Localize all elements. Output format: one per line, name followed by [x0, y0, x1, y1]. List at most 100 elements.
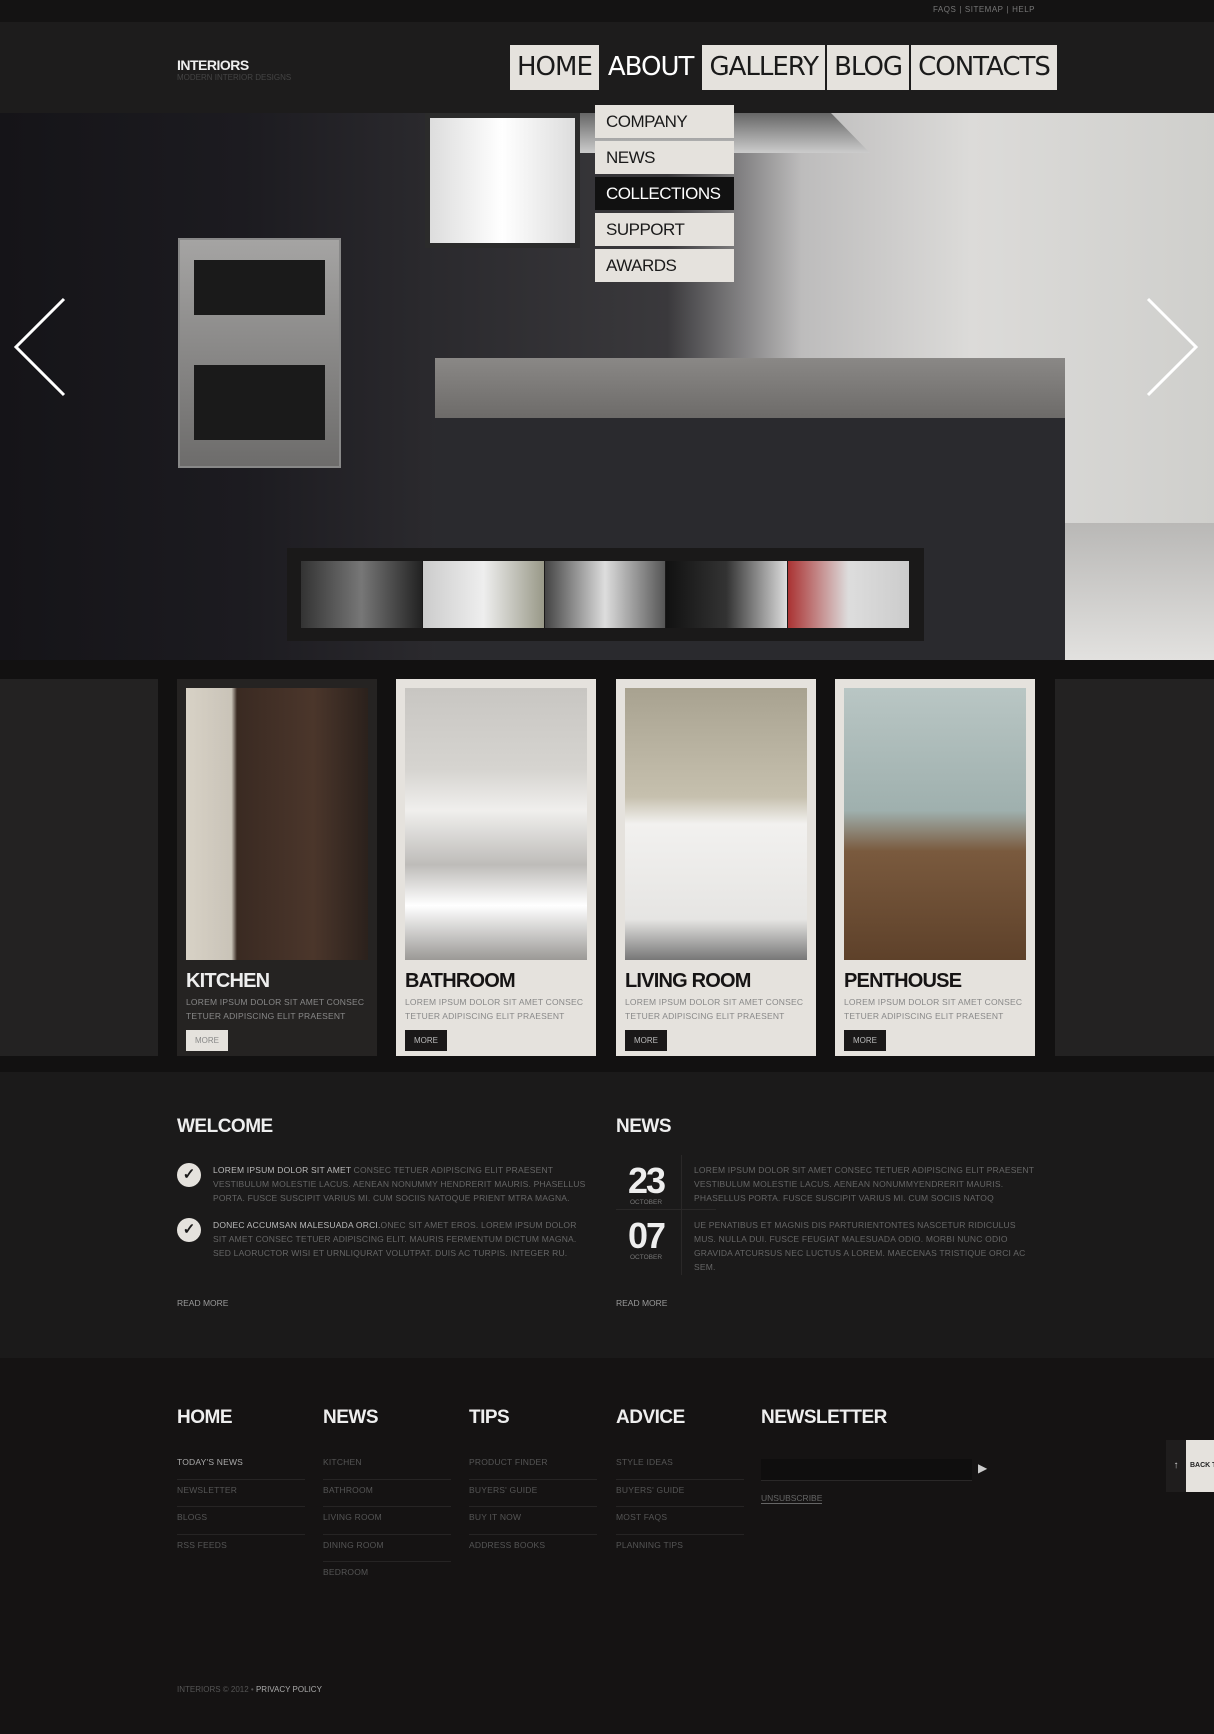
thumbnail-strip: [287, 548, 924, 641]
sitemap-link[interactable]: SITEMAP: [965, 5, 1004, 14]
footer-link[interactable]: TODAY'S NEWS: [177, 1452, 305, 1480]
hero-image-countertop: [435, 358, 1065, 418]
card-title: BATHROOM: [405, 970, 516, 992]
footer-title-advice: ADVICE: [616, 1407, 685, 1428]
nav-contacts[interactable]: CONTACTS: [911, 45, 1057, 90]
privacy-policy-link[interactable]: PRIVACY POLICY: [256, 1685, 322, 1694]
news-date-day: 23: [627, 1160, 666, 1201]
news-date-day: 07: [627, 1215, 666, 1256]
thumbnail-2[interactable]: [422, 561, 544, 628]
more-button[interactable]: MORE: [186, 1030, 228, 1051]
top-links: FAQS | SITEMAP | HELP: [932, 5, 1035, 14]
footer-link[interactable]: BEDROOM: [323, 1562, 451, 1590]
footer-list-tips: PRODUCT FINDER BUYERS' GUIDE BUY IT NOW …: [469, 1452, 597, 1562]
newsletter-submit-arrow-icon[interactable]: ▶: [978, 1461, 987, 1475]
card-text: LOREM IPSUM DOLOR SIT AMET CONSEC TETUER…: [625, 997, 804, 1021]
card-image: [844, 688, 1026, 960]
thumbnail-5[interactable]: [788, 561, 909, 628]
hero-image-cabinet: [425, 113, 580, 248]
unsubscribe-link[interactable]: UNSUBSCRIBE: [761, 1493, 823, 1504]
side-panel-right: [1055, 679, 1214, 1056]
more-button[interactable]: MORE: [625, 1030, 667, 1051]
news-read-more[interactable]: READ MORE: [616, 1298, 667, 1308]
checkmark-icon: ✓: [177, 1218, 201, 1242]
footer-link[interactable]: RSS FEEDS: [177, 1535, 305, 1563]
footer-link[interactable]: LIVING ROOM: [323, 1507, 451, 1535]
info-section: [0, 1072, 1214, 1358]
more-button[interactable]: MORE: [405, 1030, 447, 1051]
thumbnail-4[interactable]: [666, 561, 788, 628]
footer-link[interactable]: BUYERS' GUIDE: [616, 1480, 744, 1507]
footer-link[interactable]: MOST FAQS: [616, 1507, 744, 1535]
dropdown-collections[interactable]: COLLECTIONS: [595, 177, 734, 210]
dropdown-company[interactable]: COMPANY: [595, 105, 734, 138]
copyright: INTERIORS © 2012 • PRIVACY POLICY: [177, 1685, 322, 1694]
footer-title-home: HOME: [177, 1407, 233, 1428]
card-image: [625, 688, 807, 960]
news-divider: [616, 1209, 716, 1210]
more-button[interactable]: MORE: [844, 1030, 886, 1051]
welcome-item: LOREM IPSUM DOLOR SIT AMET CONSEC TETUER…: [213, 1163, 588, 1205]
welcome-title: WELCOME: [177, 1116, 273, 1137]
footer-link[interactable]: BLOGS: [177, 1507, 305, 1535]
news-date-month: OCTOBER: [629, 1199, 663, 1206]
nav-home[interactable]: HOME: [510, 45, 599, 90]
footer-link[interactable]: STYLE IDEAS: [616, 1452, 744, 1480]
footer-link[interactable]: DINING ROOM: [323, 1535, 451, 1562]
welcome-item-lead: LOREM IPSUM DOLOR SIT AMET: [213, 1165, 352, 1175]
chevron-right-icon[interactable]: [1145, 297, 1200, 397]
footer-link[interactable]: ADDRESS BOOKS: [469, 1535, 597, 1563]
footer-list-home: TODAY'S NEWS NEWSLETTER BLOGS RSS FEEDS: [177, 1452, 305, 1562]
footer-link[interactable]: PLANNING TIPS: [616, 1535, 744, 1563]
help-link[interactable]: HELP: [1012, 5, 1035, 14]
checkmark-icon: ✓: [177, 1163, 201, 1187]
card-bathroom[interactable]: BATHROOM LOREM IPSUM DOLOR SIT AMET CONS…: [396, 679, 596, 1056]
footer-link[interactable]: BUY IT NOW: [469, 1507, 597, 1535]
card-title: PENTHOUSE: [844, 970, 962, 992]
card-kitchen[interactable]: KITCHEN LOREM IPSUM DOLOR SIT AMET CONSE…: [177, 679, 377, 1056]
news-date-month: OCTOBER: [629, 1254, 663, 1261]
arrow-up-icon: ↑: [1166, 1440, 1186, 1492]
hero-image-oven: [178, 238, 341, 468]
tagline: MODERN INTERIOR DESIGNS: [177, 73, 292, 82]
footer-title-news: NEWS: [323, 1407, 379, 1428]
newsletter-email-input[interactable]: [761, 1459, 972, 1481]
footer-link[interactable]: BATHROOM: [323, 1480, 451, 1507]
footer-list-news: KITCHEN BATHROOM LIVING ROOM DINING ROOM…: [323, 1452, 451, 1590]
footer-link[interactable]: PRODUCT FINDER: [469, 1452, 597, 1480]
card-title: LIVING ROOM: [625, 970, 751, 992]
back-to-top-label: BACK T: [1186, 1440, 1214, 1492]
about-dropdown: COMPANY NEWS COLLECTIONS SUPPORT AWARDS: [595, 105, 734, 285]
newsletter-title: NEWSLETTER: [761, 1407, 887, 1428]
dropdown-awards[interactable]: AWARDS: [595, 249, 734, 282]
footer-link[interactable]: BUYERS' GUIDE: [469, 1480, 597, 1507]
dropdown-support[interactable]: SUPPORT: [595, 213, 734, 246]
nav-about[interactable]: ABOUT: [600, 45, 701, 90]
card-penthouse[interactable]: PENTHOUSE LOREM IPSUM DOLOR SIT AMET CON…: [835, 679, 1035, 1056]
nav-gallery[interactable]: GALLERY: [702, 45, 826, 90]
news-title: NEWS: [616, 1116, 672, 1137]
side-panel-left: [0, 679, 158, 1056]
card-text: LOREM IPSUM DOLOR SIT AMET CONSEC TETUER…: [405, 997, 584, 1021]
back-to-top-button[interactable]: ↑ BACK T: [1166, 1440, 1214, 1492]
thumbnail-3[interactable]: [544, 561, 666, 628]
nav-blog[interactable]: BLOG: [827, 45, 910, 90]
main-nav: HOME ABOUT GALLERY BLOG CONTACTS: [510, 45, 1059, 90]
welcome-read-more[interactable]: READ MORE: [177, 1298, 228, 1308]
footer-link[interactable]: NEWSLETTER: [177, 1480, 305, 1507]
faqs-link[interactable]: FAQS: [933, 5, 956, 14]
news-item-text: LOREM IPSUM DOLOR SIT AMET CONSEC TETUER…: [694, 1165, 1035, 1203]
dropdown-news[interactable]: NEWS: [595, 141, 734, 174]
thumbnail-1[interactable]: [301, 561, 422, 628]
news-divider: [681, 1155, 682, 1275]
logo[interactable]: INTERIORS: [177, 57, 249, 73]
footer-title-tips: TIPS: [469, 1407, 510, 1428]
chevron-left-icon[interactable]: [12, 297, 67, 397]
card-image: [405, 688, 587, 960]
footer-list-advice: STYLE IDEAS BUYERS' GUIDE MOST FAQS PLAN…: [616, 1452, 744, 1562]
card-text: LOREM IPSUM DOLOR SIT AMET CONSEC TETUER…: [844, 997, 1023, 1021]
news-item-text: UE PENATIBUS ET MAGNIS DIS PARTURIENTONT…: [694, 1220, 1026, 1272]
card-text: LOREM IPSUM DOLOR SIT AMET CONSEC TETUER…: [186, 997, 365, 1021]
footer-link[interactable]: KITCHEN: [323, 1452, 451, 1480]
card-living-room[interactable]: LIVING ROOM LOREM IPSUM DOLOR SIT AMET C…: [616, 679, 816, 1056]
